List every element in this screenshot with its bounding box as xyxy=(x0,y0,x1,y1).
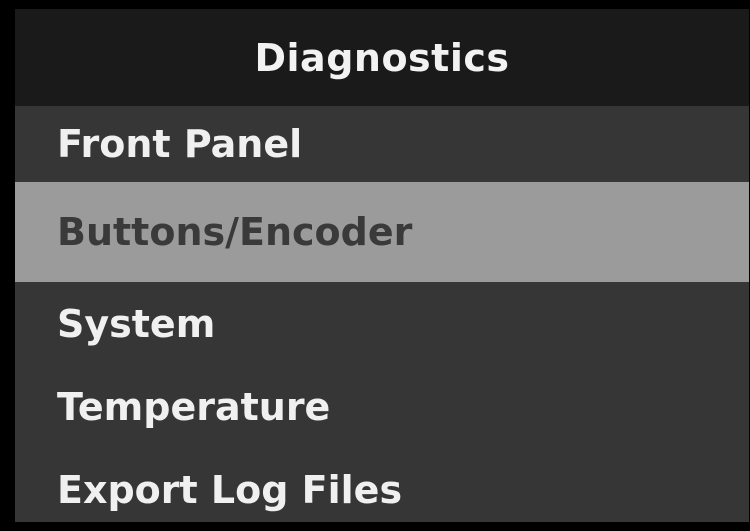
menu-item-buttons-encoder[interactable]: Buttons/Encoder xyxy=(15,182,749,282)
menu-item-front-panel[interactable]: Front Panel xyxy=(15,106,749,182)
menu-item-export-log-files[interactable]: Export Log Files xyxy=(15,448,749,522)
diagnostics-menu: Front Panel Buttons/Encoder System Tempe… xyxy=(15,106,749,522)
diagnostics-screen: Diagnostics Front Panel Buttons/Encoder … xyxy=(15,9,749,522)
menu-item-system[interactable]: System xyxy=(15,282,749,365)
screen-title: Diagnostics xyxy=(254,35,510,80)
menu-item-temperature[interactable]: Temperature xyxy=(15,365,749,448)
screen-header: Diagnostics xyxy=(15,9,749,106)
